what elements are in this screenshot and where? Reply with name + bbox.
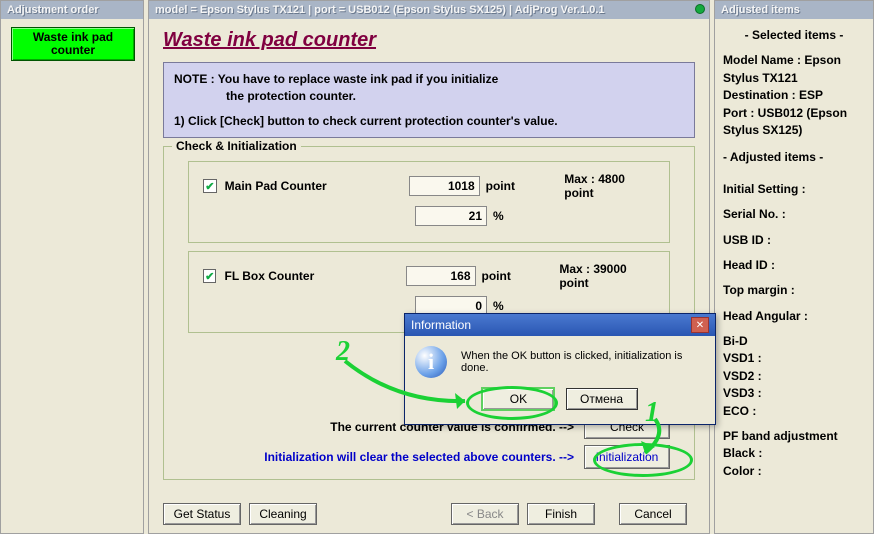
right-item: VSD3 :	[723, 385, 865, 402]
main-pad-max: Max : 4800 point	[564, 172, 655, 200]
cleaning-button[interactable]: Cleaning	[249, 503, 317, 525]
main-pad-block: ✔ Main Pad Counter 1018 point Max : 4800…	[188, 161, 670, 243]
right-destination: Destination : ESP	[723, 87, 865, 104]
right-item: ECO :	[723, 403, 865, 420]
right-item: Color :	[723, 463, 865, 480]
dialog-cancel-button[interactable]: Отмена	[566, 388, 638, 410]
fl-box-checkbox[interactable]: ✔	[203, 269, 216, 283]
main-pad-label: Main Pad Counter	[225, 179, 410, 193]
waste-btn-label: Waste ink pad counter	[12, 31, 134, 57]
right-item: Head ID :	[723, 257, 865, 274]
group-title: Check & Initialization	[172, 139, 301, 153]
main-panel-caption: model = Epson Stylus TX121 | port = USB0…	[149, 1, 709, 19]
main-pad-unit: point	[486, 179, 535, 193]
note-line2: the protection counter.	[174, 88, 684, 105]
right-item: Head Angular :	[723, 308, 865, 325]
main-pad-value: 1018	[409, 176, 479, 196]
back-button[interactable]: < Back	[451, 503, 519, 525]
fl-box-value: 168	[406, 266, 475, 286]
main-panel: model = Epson Stylus TX121 | port = USB0…	[148, 0, 710, 534]
page-title: Waste ink pad counter	[163, 29, 695, 52]
information-dialog: Information ✕ i When the OK button is cl…	[404, 313, 716, 425]
right-item: Bi-D	[723, 333, 865, 350]
dialog-ok-button[interactable]: OK	[482, 388, 554, 410]
bottom-bar: Get Status Cleaning < Back Finish Cancel	[163, 503, 695, 525]
right-item: VSD1 :	[723, 350, 865, 367]
right-port: Port : USB012 (Epson Stylus SX125)	[723, 105, 865, 140]
cancel-button[interactable]: Cancel	[619, 503, 687, 525]
dialog-title-text: Information	[411, 318, 471, 332]
dialog-close-icon[interactable]: ✕	[691, 317, 709, 333]
main-caption-text: model = Epson Stylus TX121 | port = USB0…	[155, 4, 605, 16]
right-item: Black :	[723, 445, 865, 462]
right-panel-body: - Selected items - Model Name : Epson St…	[715, 19, 873, 533]
info-icon: i	[415, 346, 447, 378]
fl-box-pct-unit: %	[493, 299, 543, 313]
right-item: PF band adjustment	[723, 428, 865, 445]
fl-box-max: Max : 39000 point	[559, 262, 655, 290]
main-pad-pct: 21	[415, 206, 487, 226]
note-line1: NOTE : You have to replace waste ink pad…	[174, 71, 684, 88]
main-pad-checkbox[interactable]: ✔	[203, 179, 217, 193]
main-pad-pct-unit: %	[493, 209, 543, 223]
right-item: Initial Setting :	[723, 181, 865, 198]
right-item: Top margin :	[723, 282, 865, 299]
left-panel-caption: Adjustment order	[1, 1, 143, 19]
selected-items-header: - Selected items -	[723, 27, 865, 44]
get-status-button[interactable]: Get Status	[163, 503, 241, 525]
right-item: VSD2 :	[723, 368, 865, 385]
right-item: USB ID :	[723, 232, 865, 249]
adjusted-items-header: - Adjusted items -	[723, 149, 865, 166]
left-panel: Adjustment order Waste ink pad counter	[0, 0, 144, 534]
dialog-message: When the OK button is clicked, initializ…	[461, 350, 705, 374]
waste-ink-pad-counter-button[interactable]: Waste ink pad counter	[11, 27, 135, 61]
dialog-titlebar[interactable]: Information ✕	[405, 314, 715, 336]
initialization-button[interactable]: Initialization	[584, 445, 670, 469]
init-line: Initialization will clear the selected a…	[188, 445, 670, 469]
right-panel-caption: Adjusted items	[715, 1, 873, 19]
right-panel: Adjusted items - Selected items - Model …	[714, 0, 874, 534]
fl-box-label: FL Box Counter	[224, 269, 406, 283]
init-text: Initialization will clear the selected a…	[188, 450, 584, 464]
right-item: Serial No. :	[723, 206, 865, 223]
note-box: NOTE : You have to replace waste ink pad…	[163, 62, 695, 138]
right-model-name: Model Name : Epson Stylus TX121	[723, 52, 865, 87]
note-line3: 1) Click [Check] button to check current…	[174, 113, 684, 130]
fl-box-unit: point	[482, 269, 530, 283]
finish-button[interactable]: Finish	[527, 503, 595, 525]
panel-status-dot-icon	[695, 4, 705, 14]
